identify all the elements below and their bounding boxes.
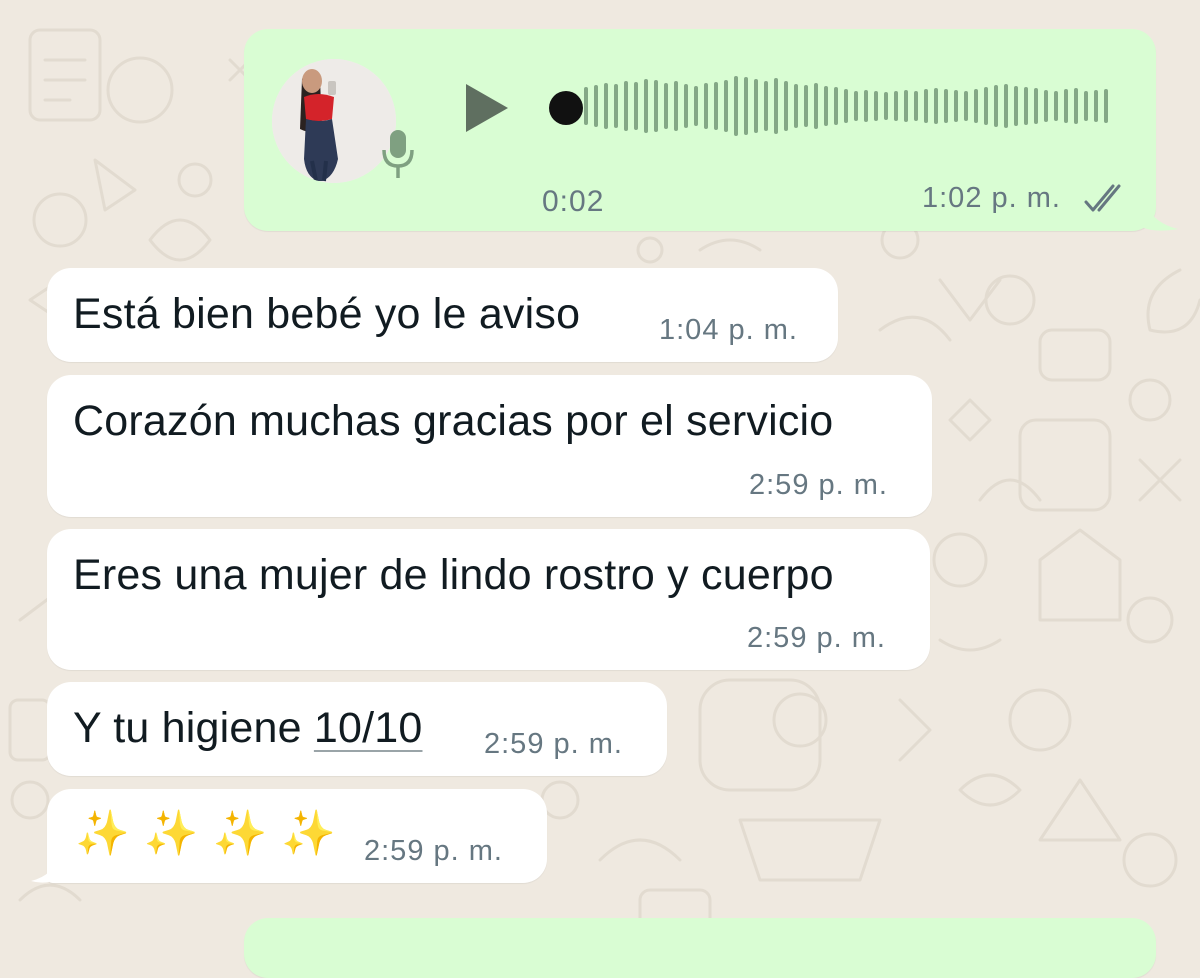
message-time: 2:59 p. m.: [749, 469, 888, 501]
waveform-bar: [1104, 89, 1108, 123]
waveform-bar: [1034, 88, 1038, 124]
waveform-bar: [794, 84, 798, 128]
message-bubble[interactable]: ✨✨✨✨ 2:59 p. m.: [31, 789, 547, 883]
message-text-prefix: Y tu higiene: [73, 704, 314, 752]
waveform-bar: [944, 89, 948, 123]
waveform-bar: [644, 79, 648, 133]
waveform-bar: [974, 89, 978, 123]
waveform-bar: [664, 83, 668, 129]
waveform-bar: [954, 90, 958, 122]
waveform-bar: [1024, 87, 1028, 125]
waveform-bar: [1054, 91, 1058, 121]
waveform-bar: [634, 82, 638, 130]
waveform-bar: [854, 91, 858, 121]
waveform-bar: [904, 90, 908, 122]
waveform-bar: [994, 85, 998, 127]
audio-waveform[interactable]: [582, 74, 1114, 138]
waveform-bar: [704, 83, 708, 129]
waveform-bar: [784, 81, 788, 131]
waveform-bar: [844, 89, 848, 123]
waveform-bar: [584, 87, 588, 125]
waveform-bar: [1064, 89, 1068, 123]
microphone-icon: [382, 130, 414, 178]
message-bubble[interactable]: Y tu higiene 10/10 2:59 p. m.: [47, 682, 667, 776]
waveform-bar: [914, 91, 918, 121]
waveform-bar: [594, 85, 598, 127]
waveform-bar: [894, 91, 898, 121]
waveform-bar: [764, 81, 768, 131]
bubble-tail-in: [31, 853, 59, 883]
waveform-bar: [804, 85, 808, 127]
waveform-bar: [964, 91, 968, 121]
sparkles-emoji: ✨✨✨✨: [75, 809, 351, 858]
detected-number-link[interactable]: 10/10: [314, 704, 423, 752]
message-bubble[interactable]: Eres una mujer de lindo rostro y cuerpo …: [47, 529, 930, 670]
waveform-bar: [1004, 84, 1008, 128]
waveform-bar: [1044, 90, 1048, 122]
message-text: Y tu higiene 10/10: [73, 704, 423, 753]
message-time: 2:59 p. m.: [364, 835, 503, 867]
message-time: 1:04 p. m.: [659, 314, 798, 346]
double-check-icon: [1084, 184, 1121, 212]
waveform-bar: [714, 82, 718, 130]
sender-avatar[interactable]: [272, 59, 396, 183]
waveform-bar: [724, 80, 728, 132]
waveform-bar: [604, 83, 608, 129]
play-icon[interactable]: [464, 84, 510, 132]
next-message-bubble[interactable]: [244, 918, 1156, 978]
bubble-tail-out: [1142, 191, 1178, 231]
message-text: Corazón muchas gracias por el servicio: [73, 397, 834, 445]
waveform-bar: [614, 84, 618, 128]
waveform-bar: [754, 79, 758, 133]
waveform-bar: [734, 76, 738, 136]
waveform-bar: [624, 81, 628, 131]
waveform-bar: [884, 92, 888, 120]
message-time: 2:59 p. m.: [484, 728, 623, 760]
message-text: Eres una mujer de lindo rostro y cuerpo: [73, 551, 834, 599]
message-bubble[interactable]: Está bien bebé yo le aviso 1:04 p. m.: [47, 268, 838, 362]
message-text: Está bien bebé yo le aviso: [73, 290, 581, 338]
waveform-bar: [684, 84, 688, 128]
message-time: 2:59 p. m.: [747, 622, 886, 654]
waveform-bar: [934, 88, 938, 124]
voice-message-time: 1:02 p. m.: [922, 182, 1061, 214]
waveform-bar: [864, 90, 868, 122]
waveform-bar: [874, 91, 878, 121]
waveform-bar: [674, 81, 678, 131]
waveform-bar: [824, 86, 828, 126]
waveform-bar: [654, 80, 658, 132]
waveform-bar: [694, 86, 698, 126]
waveform-bar: [924, 89, 928, 123]
waveform-bar: [984, 87, 988, 125]
waveform-bar: [1094, 90, 1098, 122]
waveform-bar: [774, 78, 778, 134]
waveform-bar: [744, 77, 748, 135]
message-bubble[interactable]: Corazón muchas gracias por el servicio 2…: [47, 375, 932, 517]
waveform-bar: [834, 87, 838, 125]
waveform-bar: [814, 83, 818, 129]
voice-duration: 0:02: [542, 185, 605, 218]
waveform-bar: [1084, 91, 1088, 121]
playback-position-dot[interactable]: [549, 91, 583, 125]
waveform-bar: [1074, 88, 1078, 124]
waveform-bar: [1014, 86, 1018, 126]
voice-message-bubble[interactable]: 0:02 1:02 p. m.: [244, 29, 1178, 231]
